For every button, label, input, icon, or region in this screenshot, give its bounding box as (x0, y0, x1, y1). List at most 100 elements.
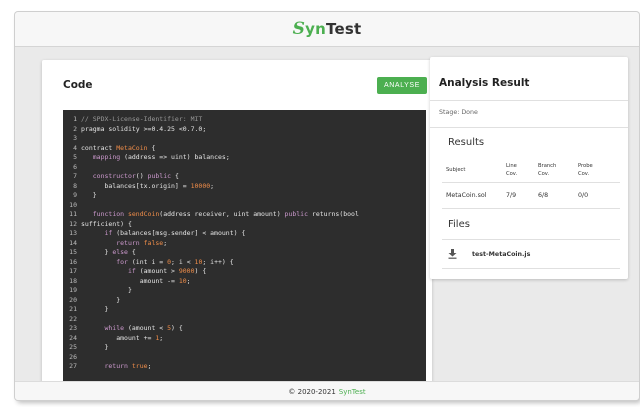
line-number: 5 (73, 153, 77, 161)
code-token: { (171, 172, 179, 180)
line-number: 6 (73, 162, 77, 171)
file-name[interactable]: test-MetaCoin.js (472, 251, 530, 258)
divider (430, 100, 628, 101)
code-line: 24 amount += 1; (63, 334, 426, 344)
code-token: ) { (194, 267, 207, 275)
file-item[interactable]: test-MetaCoin.js (442, 239, 620, 269)
code-token: (int i = (127, 257, 168, 266)
code-token: } (81, 343, 109, 351)
code-text: constructor() public { (81, 172, 426, 182)
brand-logo-yn: yn (305, 20, 327, 38)
line-number: 19 (69, 286, 77, 294)
code-text: while (amount < 5) { (81, 324, 426, 334)
line-number: 26 (69, 352, 77, 361)
code-token: 9000 (178, 267, 195, 275)
code-text: contract MetaCoin { (81, 144, 426, 154)
column-header-subject: Subject (442, 158, 502, 183)
code-line: 13 if (balances[msg.sender] < amount) { (63, 229, 426, 239)
code-editor[interactable]: 1 // SPDX-License-Identifier: MIT 2 pragma … (63, 110, 426, 400)
code-token: ) { (171, 324, 183, 332)
line-number: 16 (69, 257, 77, 266)
column-header-probe-cov: Probe Cov. (574, 158, 620, 183)
code-text: return true; (81, 362, 426, 372)
line-number: 20 (69, 295, 77, 304)
line-number: 9 (73, 191, 77, 199)
code-token: () (135, 172, 148, 180)
code-line: 2 pragma solidity >=0.4.25 <0.7.0; (63, 125, 426, 135)
code-token: ; (210, 181, 215, 190)
code-text: pragma solidity >=0.4.25 <0.7.0; (81, 125, 426, 135)
footer-link[interactable]: SynTest (339, 388, 366, 396)
line-number: 7 (73, 172, 77, 180)
code-line: 11 function sendCoin(address receiver, u… (63, 210, 426, 220)
code-token: contract (81, 143, 117, 152)
line-number: 2 (73, 124, 77, 133)
line-number: 15 (69, 248, 77, 256)
code-panel-title: Code (63, 79, 93, 91)
code-token: ; (159, 333, 164, 342)
line-number: 24 (69, 333, 77, 342)
code-text: if (amount > 9000) { (81, 267, 426, 277)
code-token: amount -= (81, 276, 179, 285)
code-token: if (127, 267, 136, 275)
code-line: 22 (63, 315, 426, 325)
code-line: 20 } (63, 296, 426, 306)
footer-copyright: © 2020-2021 (288, 387, 336, 396)
line-number: 22 (69, 314, 77, 323)
line-number: 27 (69, 362, 77, 370)
code-token: MetaCoin (116, 143, 148, 152)
line-number: 23 (69, 324, 77, 332)
line-number: 12 (69, 219, 77, 228)
code-token: (amount > (135, 267, 179, 275)
results-heading: Results (448, 137, 485, 148)
code-text: sufficient) { (81, 220, 426, 230)
code-token: // SPDX-License-Identifier: MIT (81, 115, 203, 123)
line-number: 1 (73, 115, 77, 123)
code-token: ; (147, 362, 152, 370)
analyse-button[interactable]: ANALYSE (377, 77, 427, 94)
code-token: false (143, 238, 164, 247)
code-token: else (112, 248, 128, 256)
code-token: } (81, 191, 97, 199)
code-text: } (81, 296, 426, 306)
code-token: ; i++) { (202, 257, 234, 266)
download-icon[interactable] (446, 249, 458, 259)
code-line: 4 contract MetaCoin { (63, 144, 426, 154)
line-number: 21 (69, 305, 77, 313)
column-header-line-cov: Line Cov. (502, 158, 534, 183)
top-app-bar: SynTest (15, 12, 639, 47)
code-line: 14 return false; (63, 239, 426, 249)
code-text: balances[tx.origin] = 10000; (81, 182, 426, 192)
code-text: } (81, 343, 426, 353)
code-token: amount += (81, 333, 156, 342)
code-text: } (81, 305, 426, 315)
stage-status: Stage: Done (439, 109, 478, 116)
code-token: return (116, 238, 140, 247)
line-number: 3 (73, 134, 77, 142)
column-header-label: Branch Cov. (538, 163, 557, 177)
code-token: while (104, 324, 125, 332)
brand-logo[interactable]: SynTest (293, 19, 362, 39)
line-number: 17 (69, 267, 77, 275)
code-line: 23 while (amount < 5) { (63, 324, 426, 334)
code-line: 7 constructor() public { (63, 172, 426, 182)
code-line: 19 } (63, 286, 426, 296)
code-token: (address => uint) balances; (120, 153, 230, 161)
line-number: 4 (73, 143, 77, 152)
code-token: sufficient) { (81, 219, 132, 228)
code-token: { (147, 143, 156, 152)
code-line: 26 (63, 353, 426, 363)
code-token: for (116, 257, 128, 266)
code-token: (address receiver, uint amount) (159, 210, 285, 218)
code-token: 10 (178, 276, 187, 285)
column-header-label: Probe Cov. (578, 163, 593, 177)
code-line: 21 } (63, 305, 426, 315)
cell-branch-cov: 6/8 (534, 182, 574, 209)
code-token: ; i < (171, 257, 195, 266)
code-line: 16 for (int i = 0; i < 10; i++) { (63, 258, 426, 268)
